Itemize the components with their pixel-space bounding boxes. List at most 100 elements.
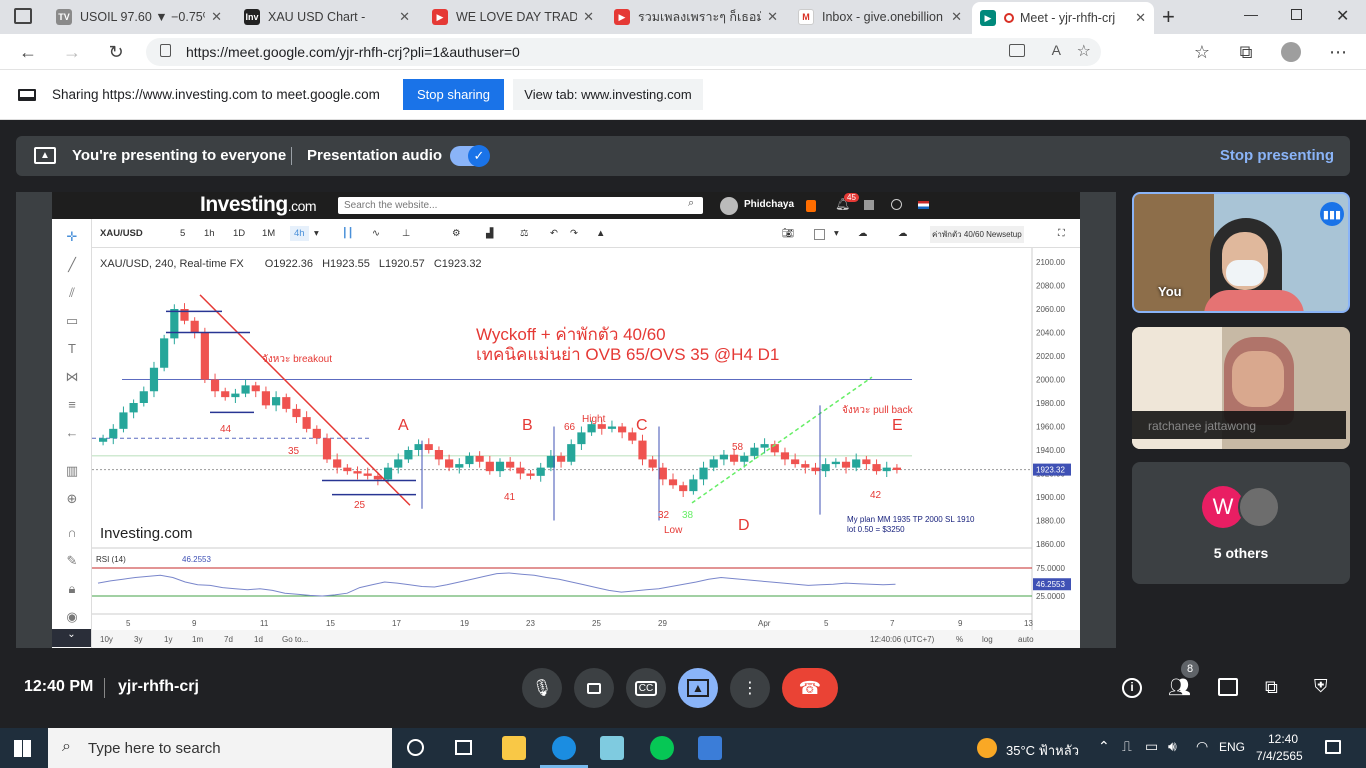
- interval-1h[interactable]: 1h: [204, 228, 215, 239]
- battery-icon[interactable]: ▭: [1145, 738, 1158, 755]
- others-tile[interactable]: W 5 others: [1132, 462, 1350, 584]
- dropdown-icon[interactable]: ▾: [834, 228, 839, 239]
- snapshot-icon[interactable]: 📷︎: [782, 228, 794, 239]
- camera-icon[interactable]: [1009, 44, 1025, 57]
- alert-icon[interactable]: ▲: [596, 228, 605, 239]
- cortana-icon[interactable]: [407, 739, 424, 756]
- flag-icon[interactable]: [918, 201, 929, 209]
- url-field[interactable]: https://meet.google.com/yjr-rhfh-crj?pli…: [146, 38, 1101, 66]
- magnet-icon[interactable]: ∩: [64, 525, 80, 541]
- back-arrow-icon[interactable]: ←: [64, 425, 80, 441]
- crosshair-icon[interactable]: ✛: [64, 229, 80, 245]
- view-tab-button[interactable]: View tab: www.investing.com: [513, 79, 703, 110]
- present-now-button[interactable]: ▲: [678, 668, 718, 708]
- restore-icon[interactable]: [1291, 9, 1302, 20]
- weather-text[interactable]: 35°C ฟ้าหลัว: [1006, 740, 1079, 761]
- stop-sharing-button[interactable]: Stop sharing: [403, 79, 504, 110]
- cloud-load-icon[interactable]: ☁: [858, 228, 868, 239]
- close-tab-icon[interactable]: ✕: [583, 9, 594, 25]
- forward-icon[interactable]: →: [60, 41, 84, 63]
- people-icon[interactable]: 👥︎: [1168, 677, 1191, 698]
- pattern-icon[interactable]: ⋈: [64, 369, 80, 385]
- language-indicator[interactable]: ENG: [1219, 740, 1245, 754]
- scale-icon[interactable]: ⚖: [520, 228, 529, 239]
- indicators-icon[interactable]: ⊥: [402, 228, 410, 239]
- layout-select[interactable]: ค่าพักตัว 40/60 Newsetup: [930, 226, 1024, 243]
- new-tab-icon[interactable]: +: [1162, 4, 1175, 30]
- interval-4h[interactable]: 4h: [290, 226, 309, 241]
- collections-icon[interactable]: ⧉: [1234, 41, 1258, 63]
- file-explorer-icon[interactable]: [502, 736, 526, 760]
- windows-start-icon[interactable]: [14, 740, 31, 757]
- text-icon[interactable]: T: [64, 341, 80, 357]
- more-options-button[interactable]: ⋮: [730, 668, 770, 708]
- collapse-toolbar-icon[interactable]: ⌄: [52, 629, 91, 647]
- tray-chevron-icon[interactable]: ⌃: [1098, 738, 1110, 755]
- info-icon[interactable]: i: [1122, 678, 1142, 698]
- clock-date[interactable]: 7/4/2565: [1256, 749, 1303, 763]
- captions-button[interactable]: CC: [626, 668, 666, 708]
- chart-canvas[interactable]: 2100.00 2080.00 2060.00 2040.00 2020.00 2000.…: [92, 248, 1080, 648]
- presentation-audio-toggle[interactable]: ✓: [450, 145, 490, 167]
- microphone-button[interactable]: 🎙︎: [522, 668, 562, 708]
- interval-1d[interactable]: 1D: [233, 228, 245, 239]
- close-tab-icon[interactable]: ✕: [399, 9, 410, 25]
- color-box-icon[interactable]: [814, 229, 825, 240]
- lock-drawings-icon[interactable]: ✎: [64, 553, 80, 569]
- avatar[interactable]: [720, 197, 738, 215]
- camera-button[interactable]: [574, 668, 614, 708]
- interval-1m[interactable]: 1M: [262, 228, 275, 239]
- app-icon[interactable]: [600, 736, 624, 760]
- bars-icon[interactable]: ▟: [486, 228, 493, 239]
- tab-actions-icon[interactable]: [14, 8, 32, 24]
- read-aloud-icon[interactable]: A: [1052, 42, 1061, 58]
- candles-icon[interactable]: ┃┃: [342, 228, 353, 239]
- clock-icon[interactable]: [891, 199, 902, 210]
- notifications-icon[interactable]: [1325, 740, 1341, 754]
- compare-icon[interactable]: ∿: [372, 228, 380, 239]
- favorite-icon[interactable]: ☆: [1077, 41, 1091, 61]
- fib-icon[interactable]: ≡: [64, 397, 80, 413]
- investing-search-input[interactable]: Search the website...: [338, 197, 703, 214]
- interval-5m[interactable]: 5: [180, 228, 185, 239]
- close-tab-icon[interactable]: ✕: [1135, 10, 1146, 26]
- tab-xau-chart[interactable]: Inv XAU USD Chart - ✕: [236, 4, 418, 30]
- edge-icon[interactable]: [552, 736, 576, 760]
- leave-call-button[interactable]: ☎︎: [782, 668, 838, 708]
- tab-gmail-inbox[interactable]: M Inbox - give.onebillion ✕: [790, 4, 970, 30]
- fullscreen-icon[interactable]: ⛶: [1058, 228, 1065, 239]
- participant-tile[interactable]: ratchanee jattawong: [1132, 327, 1350, 449]
- zoom-icon[interactable]: ⊕: [64, 491, 80, 507]
- investing-user-name[interactable]: Phidchaya: [744, 199, 794, 210]
- profile-avatar[interactable]: [1281, 42, 1301, 62]
- host-controls-icon[interactable]: ⛨: [1314, 676, 1328, 697]
- close-tab-icon[interactable]: ✕: [767, 9, 778, 25]
- close-tab-icon[interactable]: ✕: [211, 9, 222, 25]
- stop-presenting-button[interactable]: Stop presenting: [1220, 147, 1334, 164]
- tab-usoil[interactable]: TV USOIL 97.60 ▼ −0.75% ✕: [48, 4, 230, 30]
- photos-icon[interactable]: [698, 736, 722, 760]
- pitchfork-icon[interactable]: ⫽: [64, 285, 80, 301]
- tab-meet[interactable]: ▶ Meet - yjr-rhfh-crj ✕: [972, 2, 1154, 34]
- taskbar-search-input[interactable]: ⌕ Type here to search: [48, 728, 392, 768]
- lock-icon[interactable]: 🔒︎: [64, 581, 80, 597]
- eye-icon[interactable]: ◉: [64, 609, 80, 625]
- redo-icon[interactable]: ↷: [570, 228, 578, 239]
- measure-icon[interactable]: ▥: [64, 463, 80, 479]
- cloud-save-icon[interactable]: ☁: [898, 228, 908, 239]
- close-tab-icon[interactable]: ✕: [951, 9, 962, 25]
- portfolio-icon[interactable]: [864, 200, 874, 210]
- reload-icon[interactable]: ↻: [104, 41, 128, 63]
- settings-icon[interactable]: ⚙: [452, 228, 461, 239]
- symbol-input[interactable]: XAU/USD: [100, 228, 143, 239]
- interval-dropdown-icon[interactable]: ▾: [314, 228, 319, 239]
- self-tile[interactable]: ▮▮▮ You: [1132, 192, 1350, 313]
- rectangle-icon[interactable]: ▭: [64, 313, 80, 329]
- activities-icon[interactable]: ⧉: [1265, 677, 1278, 698]
- undo-icon[interactable]: ↶: [550, 228, 558, 239]
- weather-icon[interactable]: [977, 738, 997, 758]
- network-icon[interactable]: ⎍: [1122, 738, 1132, 755]
- tab-we-love-day-trade[interactable]: ▶ WE LOVE DAY TRADE ✕: [424, 4, 602, 30]
- favorites-icon[interactable]: ☆: [1190, 41, 1214, 63]
- clock-time[interactable]: 12:40: [1268, 732, 1298, 746]
